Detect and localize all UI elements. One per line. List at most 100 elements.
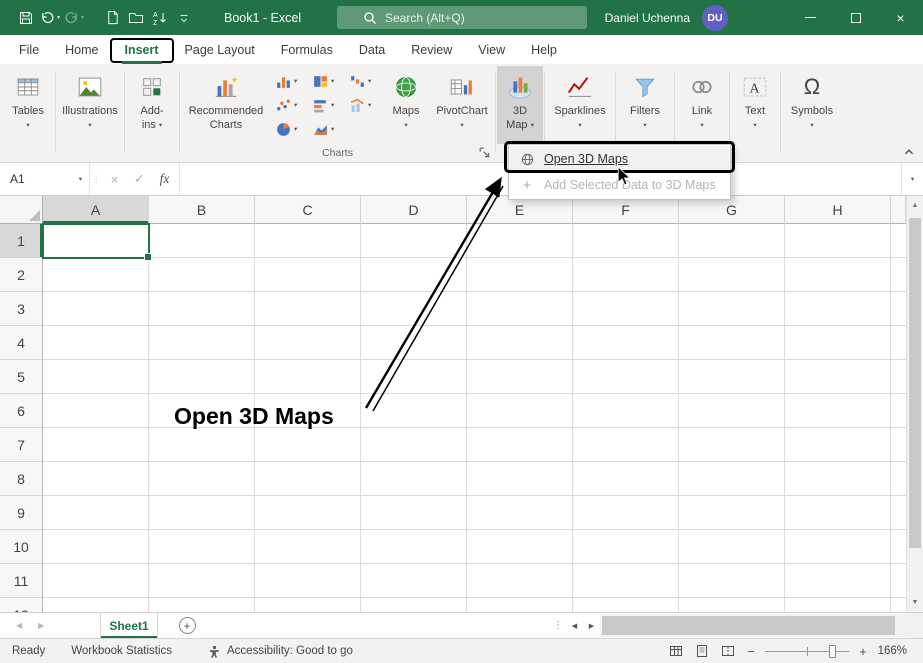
insert-function-button[interactable]: fx [152,171,177,187]
row-header-3[interactable]: 3 [0,292,43,326]
row-header-5[interactable]: 5 [0,360,43,394]
row-header-7[interactable]: 7 [0,428,43,462]
page-break-view-button[interactable] [715,639,741,663]
horizontal-scrollbar[interactable] [600,614,905,637]
search-box[interactable] [337,6,587,29]
select-all-button[interactable] [0,196,43,224]
svg-text:A: A [153,12,158,19]
search-input[interactable] [385,11,545,25]
row-header-1[interactable]: 1 [0,224,43,258]
horizontal-scrollbar-thumb[interactable] [602,616,895,635]
close-button[interactable]: × [878,0,923,35]
tab-page-layout[interactable]: Page Layout [172,35,268,64]
scroll-up-button[interactable]: ▲ [907,197,923,214]
column-header-E[interactable]: E [467,196,573,224]
tables-button[interactable]: Tables ▾ [2,66,54,144]
cancel-icon[interactable]: × [102,172,127,187]
combo-chart-button[interactable]: ▾ [345,93,382,117]
minimize-button[interactable] [788,0,833,35]
check-icon[interactable]: ✓ [127,171,152,187]
new-sheet-button[interactable]: + [158,613,216,638]
zoom-slider[interactable] [763,639,851,663]
scroll-left-button[interactable]: ◀ [566,613,583,638]
sort-button[interactable]: AZ [148,5,172,31]
tab-help[interactable]: Help [518,35,570,64]
row-header-12[interactable]: 12 [0,598,43,612]
recommended-charts-button[interactable]: Recommended Charts [181,66,271,144]
tab-file[interactable]: File [6,35,52,64]
open-folder-button[interactable] [124,5,148,31]
row-header-4[interactable]: 4 [0,326,43,360]
sheet-nav-right-icon[interactable]: ▶ [38,621,44,630]
save-button[interactable] [14,5,38,31]
column-header-G[interactable]: G [679,196,785,224]
row-header-10[interactable]: 10 [0,530,43,564]
tab-splitter[interactable]: ⋮ [550,613,566,638]
link-button[interactable]: Link ▾ [676,66,728,144]
column-header-A[interactable]: A [43,196,149,224]
zoom-out-button[interactable]: − [741,644,761,659]
pie-chart-button[interactable]: ▾ [271,117,308,141]
column-header-H[interactable]: H [785,196,891,224]
sparklines-button[interactable]: Sparklines ▾ [546,66,614,144]
tab-home[interactable]: Home [52,35,111,64]
grid-cells[interactable] [43,224,906,612]
tab-data[interactable]: Data [346,35,398,64]
column-header-C[interactable]: C [255,196,361,224]
tab-view[interactable]: View [465,35,518,64]
row-header-6[interactable]: 6 [0,394,43,428]
expand-formula-bar-button[interactable]: ▾ [901,163,923,195]
collapse-ribbon-button[interactable] [903,146,915,158]
customize-toolbar-button[interactable] [172,5,196,31]
sheet-nav-left-icon[interactable]: ◀ [16,621,22,630]
zoom-level[interactable]: 166% [873,645,923,657]
text-button[interactable]: A Text ▾ [731,66,779,144]
maps-button[interactable]: Maps ▾ [382,66,430,144]
user-name[interactable]: Daniel Uchenna [605,11,690,25]
charts-dialog-launcher[interactable] [479,147,491,159]
add-ins-button[interactable]: Add- ins▾ [126,66,178,144]
new-file-button[interactable] [100,5,124,31]
menu-item-open-3d-maps[interactable]: Open 3D Maps [510,146,729,172]
normal-view-button[interactable] [663,639,689,663]
page-layout-view-button[interactable] [689,639,715,663]
workbook-statistics-button[interactable]: Workbook Statistics [71,645,172,657]
bar-chart-button[interactable]: ▾ [308,93,345,117]
row-header-8[interactable]: 8 [0,462,43,496]
row-header-2[interactable]: 2 [0,258,43,292]
column-chart-button[interactable]: ▾ [271,69,308,93]
undo-button[interactable]: ▾ [38,5,62,31]
redo-button[interactable]: ▾ [62,5,86,31]
symbols-button[interactable]: Ω Symbols ▾ [782,66,842,144]
zoom-in-button[interactable]: + [853,644,873,659]
area-chart-button[interactable]: ▾ [308,117,345,141]
row-header-9[interactable]: 9 [0,496,43,530]
scatter-chart-button[interactable]: ▾ [271,93,308,117]
filters-button[interactable]: Filters ▾ [617,66,673,144]
name-box-resizer[interactable]: ⋮ [90,163,102,195]
illustrations-button[interactable]: Illustrations ▾ [57,66,123,144]
sheet-tab-sheet1[interactable]: Sheet1 [100,613,158,638]
vertical-scrollbar-thumb[interactable] [909,218,921,548]
scroll-right-button[interactable]: ▶ [583,613,600,638]
column-header-B[interactable]: B [149,196,255,224]
treemap-chart-button[interactable]: ▾ [308,69,345,93]
tab-review[interactable]: Review [398,35,465,64]
add-ins-icon [136,71,168,103]
accessibility-status[interactable]: Accessibility: Good to go [208,645,353,658]
name-box[interactable]: A1 ▾ [0,163,90,195]
avatar[interactable]: DU [702,5,728,31]
row-header-11[interactable]: 11 [0,564,43,598]
zoom-slider-thumb[interactable] [829,645,836,658]
column-header-F[interactable]: F [573,196,679,224]
column-header-D[interactable]: D [361,196,467,224]
pivotchart-button[interactable]: PivotChart ▾ [430,66,494,144]
vertical-scrollbar[interactable]: ▲ ▼ [906,196,923,612]
tab-insert[interactable]: Insert [112,35,172,64]
maximize-button[interactable] [833,0,878,35]
3d-map-button[interactable]: 3D Map▾ [497,66,543,144]
column-headers: ABCDEFGH [43,196,891,224]
waterfall-chart-button[interactable]: ▾ [345,69,382,93]
scroll-down-button[interactable]: ▼ [907,594,923,611]
tab-formulas[interactable]: Formulas [268,35,346,64]
